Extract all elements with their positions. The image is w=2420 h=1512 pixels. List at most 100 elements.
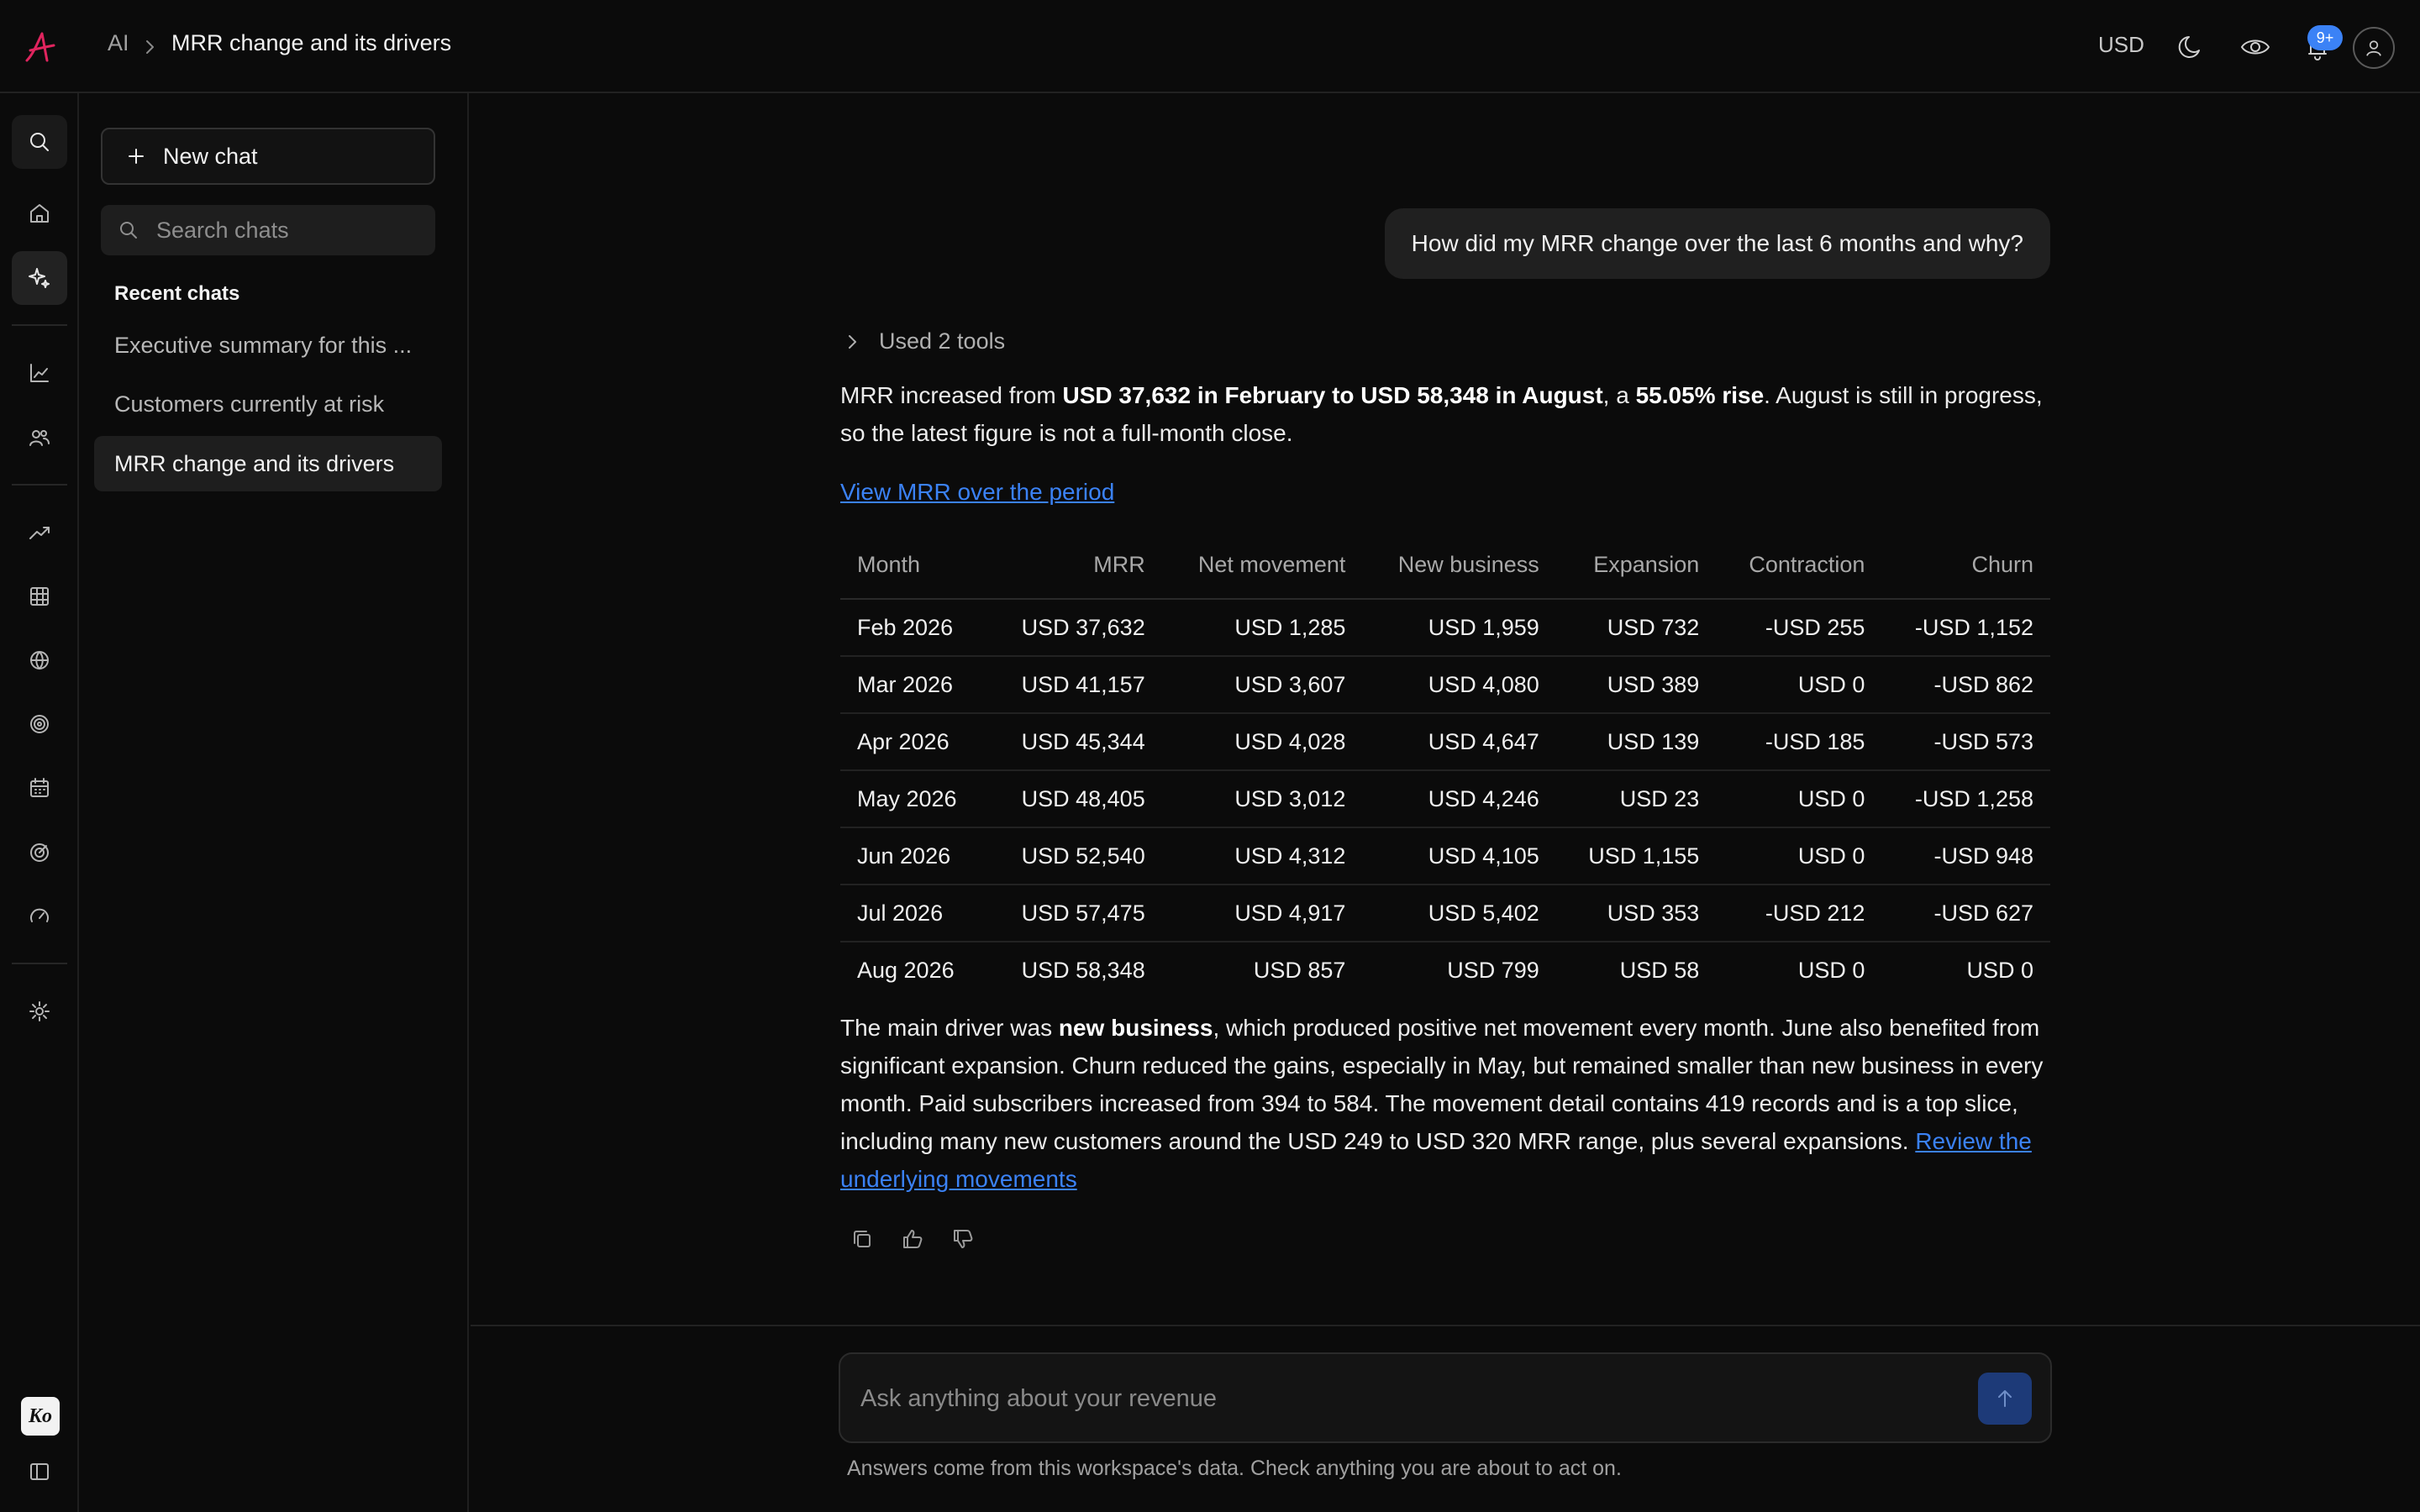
composer-divider — [471, 1325, 2420, 1326]
table-cell: USD 1,959 — [1362, 599, 1556, 657]
table-cell: USD 1,155 — [1555, 827, 1717, 885]
table-row: Jul 2026 USD 57,475 USD 4,917 USD 5,402 USD … — [840, 885, 2050, 942]
table-cell: USD 4,080 — [1362, 656, 1556, 714]
table-cell: USD 732 — [1555, 599, 1717, 657]
sparkle-icon[interactable] — [12, 251, 67, 305]
table-cell: -USD 627 — [1881, 885, 2050, 942]
table-row: Apr 2026 USD 45,344 USD 4,028 USD 4,647 USD … — [840, 713, 2050, 771]
copy-icon[interactable] — [847, 1224, 877, 1254]
mrr-table: Month MRR Net movement New business Expansio… — [840, 532, 2050, 999]
gauge-icon[interactable] — [12, 890, 67, 943]
table-cell: -USD 948 — [1881, 827, 2050, 885]
table-cell: USD 0 — [1716, 656, 1882, 714]
intro-text: , a — [1602, 382, 1636, 408]
table-cell: USD 0 — [1966, 958, 2033, 983]
plus-icon — [129, 149, 144, 164]
table-body: Feb 2026 USD 37,632 USD 1,285 USD 1,959 USD … — [840, 599, 2050, 999]
table-cell: Apr 2026 — [840, 713, 988, 771]
column-header: MRR — [987, 532, 1162, 600]
table-row: May 2026 USD 48,405 USD 3,012 USD 4,246 USD … — [840, 770, 2050, 828]
chat-item[interactable]: Executive summary for this ... — [94, 318, 442, 373]
view-mrr-link[interactable]: View MRR over the period — [840, 479, 1114, 505]
new-chat-button[interactable]: New chat — [101, 128, 435, 185]
column-header: Expansion — [1555, 532, 1717, 600]
table-cell: USD 52,540 — [987, 827, 1162, 885]
tools-toggle[interactable]: Used 2 tools — [840, 328, 1005, 354]
trending-icon[interactable] — [12, 506, 67, 559]
radar-icon[interactable] — [12, 826, 67, 879]
chevron-right-icon — [141, 37, 158, 57]
globe-icon[interactable] — [12, 633, 67, 687]
table-cell: USD 48,405 — [987, 770, 1162, 828]
chat-item-active[interactable]: MRR change and its drivers — [94, 436, 442, 491]
table-cell: USD 389 — [1555, 656, 1717, 714]
table-cell: -USD 185 — [1716, 713, 1882, 771]
table-cell: Jun 2026 — [840, 827, 988, 885]
table-cell: USD 23 — [1555, 770, 1717, 828]
summary-text: The main driver was — [840, 1015, 1059, 1041]
breadcrumb-root[interactable]: AI — [108, 30, 129, 56]
thumbs-down-icon[interactable] — [948, 1224, 978, 1254]
table-cell: USD 353 — [1555, 885, 1717, 942]
search-icon[interactable] — [12, 115, 67, 169]
view-mrr-link-row: View MRR over the period — [840, 473, 2050, 511]
intro-bold: USD 37,632 in February to USD 58,348 in … — [1062, 382, 1603, 408]
search-icon — [120, 222, 137, 239]
intro-bold: 55.05% rise — [1635, 382, 1765, 408]
table-cell: USD 4,647 — [1362, 713, 1556, 771]
table-cell: USD 37,632 — [987, 599, 1162, 657]
user-message: How did my MRR change over the last 6 mo… — [1384, 208, 2050, 279]
users-icon[interactable] — [12, 411, 67, 465]
gear-icon[interactable] — [12, 984, 67, 1038]
left-rail — [0, 93, 79, 1512]
answer-summary: The main driver was new business, which … — [840, 1009, 2050, 1198]
chat-item[interactable]: Customers currently at risk — [94, 376, 442, 432]
table-cell: USD 799 — [1447, 958, 1539, 983]
table-cell: USD 0 — [1716, 770, 1882, 828]
send-button[interactable] — [1978, 1373, 2032, 1425]
table-cell: USD 57,475 — [987, 885, 1162, 942]
recent-chats-heading: Recent chats — [114, 282, 240, 305]
chat-sidebar: New chat Search chats Recent chats Execu… — [81, 93, 469, 1512]
table-row: Mar 2026 USD 41,157 USD 3,607 USD 4,080 USD … — [840, 656, 2050, 714]
table-cell: USD 139 — [1555, 713, 1717, 771]
target-icon[interactable] — [12, 697, 67, 751]
column-header: Churn — [1881, 532, 2050, 600]
table-cell: USD 41,157 — [987, 656, 1162, 714]
answer-intro: MRR increased from USD 37,632 in Februar… — [840, 376, 2050, 452]
column-header: New business — [1362, 532, 1556, 600]
tools-label: Used 2 tools — [879, 328, 1006, 354]
table-cell: -USD 1,152 — [1881, 599, 2050, 657]
table-cell: -USD 255 — [1716, 599, 1882, 657]
table-cell: Aug 2026 — [857, 958, 955, 983]
table-cell: USD 4,917 — [1161, 885, 1363, 942]
column-header: Net movement — [1161, 532, 1363, 600]
moon-icon[interactable] — [2174, 30, 2207, 64]
currency-selector[interactable]: USD — [2098, 32, 2144, 58]
table-cell: USD 1,285 — [1161, 599, 1363, 657]
intro-text: MRR increased from — [840, 382, 1063, 408]
chart-icon[interactable] — [12, 346, 67, 400]
table-cell: Mar 2026 — [840, 656, 988, 714]
calendar-icon[interactable] — [12, 761, 67, 815]
table-header-row: Month MRR Net movement New business Expansio… — [840, 532, 2050, 600]
ask-input[interactable] — [860, 1379, 1953, 1418]
conversation-area: How did my MRR change over the last 6 mo… — [471, 93, 2420, 1512]
table-icon[interactable] — [12, 570, 67, 623]
workspace-logo[interactable]: Ko — [21, 1397, 60, 1436]
avatar[interactable] — [2353, 27, 2395, 69]
column-header: Month — [840, 532, 988, 600]
table-cell: USD 3,012 — [1161, 770, 1363, 828]
app-logo-icon[interactable] — [22, 29, 59, 66]
table-cell: -USD 1,258 — [1881, 770, 2050, 828]
notification-badge[interactable]: 9+ — [2307, 25, 2343, 50]
table-cell: USD 45,344 — [987, 713, 1162, 771]
table-cell: USD 0 — [1716, 827, 1882, 885]
search-chats-input[interactable]: Search chats — [101, 205, 435, 255]
table-cell: USD 4,105 — [1362, 827, 1556, 885]
sidebar-toggle-icon[interactable] — [12, 1445, 67, 1499]
thumbs-up-icon[interactable] — [897, 1224, 928, 1254]
eye-icon[interactable] — [2238, 30, 2272, 64]
table-cell: USD 857 — [1253, 958, 1346, 983]
home-icon[interactable] — [12, 186, 67, 240]
